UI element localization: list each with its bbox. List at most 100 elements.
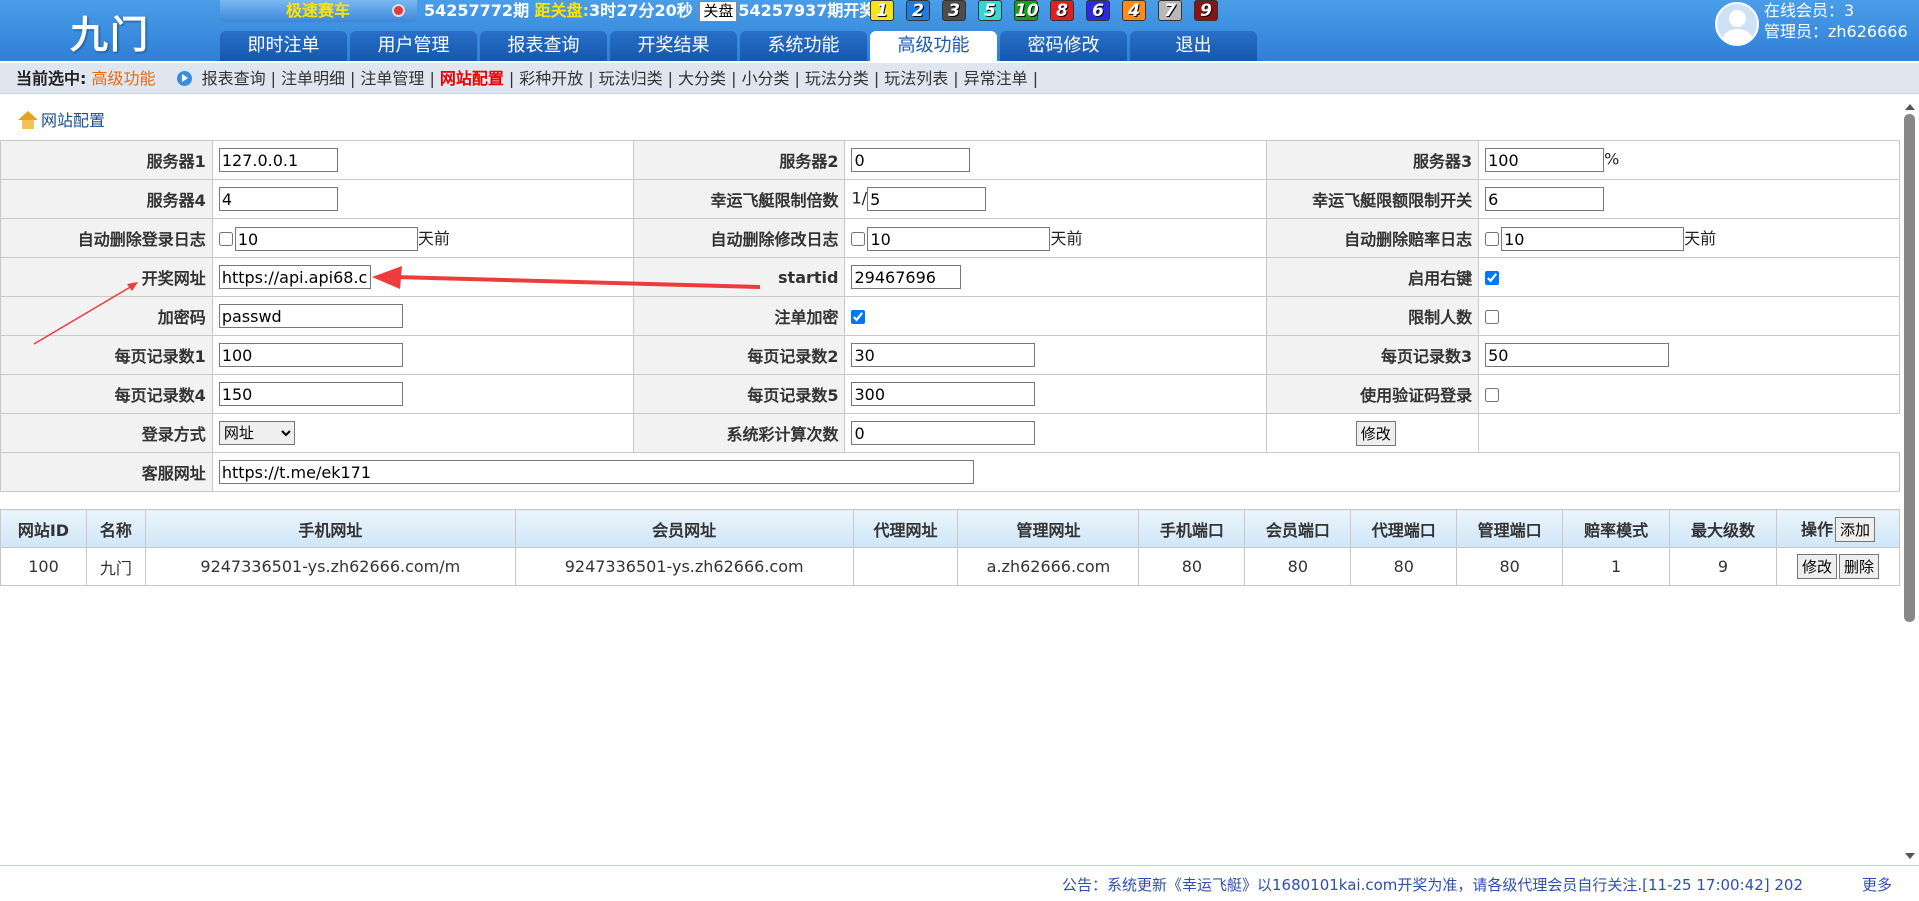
sites-column-header: 代理网址 [852,509,959,548]
bet-encrypt-label: 注单加密 [632,296,846,336]
result-ball: 5 [978,0,1002,21]
edit-site-button[interactable]: 修改 [1796,554,1837,579]
modify-config-button[interactable]: 修改 [1355,420,1396,446]
login-method-select[interactable]: 网址 [218,421,295,445]
server4-label: 服务器4 [0,179,213,219]
limit-users-checkbox[interactable] [1485,310,1500,324]
captcha-login-label: 使用验证码登录 [1266,374,1480,414]
site-cell-odds-mode: 1 [1562,547,1671,586]
per-page3-input[interactable] [1485,343,1670,367]
game-selector[interactable]: 极速赛车 [220,0,417,22]
sites-column-header: 管理网址 [957,509,1140,548]
calc-times-input[interactable] [851,421,1036,445]
auto-del-login-checkbox[interactable] [218,232,233,247]
subnav-link[interactable]: 玩法列表 [884,69,948,88]
more-link[interactable]: 更多 [1862,874,1892,895]
subnav-link[interactable]: 玩法归类 [599,69,663,88]
play-icon [176,71,192,86]
server3-input[interactable] [1485,148,1605,172]
site-cell-admin-port: 80 [1456,547,1564,586]
nav-tab-3[interactable]: 开奖结果 [610,31,737,61]
nav-tab-5[interactable]: 高级功能 [870,31,997,61]
encrypt-code-label: 加密码 [0,296,213,336]
auto-del-modify-input[interactable] [867,227,1051,252]
encrypt-code-input[interactable] [218,304,403,328]
site-cell-mobile: 9247336501-ys.zh62666.com/m [144,547,516,586]
sites-column-header: 赔率模式 [1562,509,1671,548]
site-cell-name: 九门 [85,547,146,586]
per-page4-input[interactable] [218,382,403,406]
nav-tab-4[interactable]: 系统功能 [740,31,867,61]
site-cell-mobile-port: 80 [1138,547,1246,586]
server4-input[interactable] [218,187,338,211]
page-scrollbar[interactable] [1900,100,1919,863]
result-ball: 9 [1194,0,1218,21]
subnav-link[interactable]: 小分类 [741,69,789,88]
sites-column-header: 网站ID [0,509,87,548]
result-ball: 1 [870,0,894,21]
server1-input[interactable] [218,148,338,172]
per-page3-label: 每页记录数3 [1266,335,1480,375]
delete-site-button[interactable]: 删除 [1838,554,1879,579]
nav-tab-1[interactable]: 用户管理 [350,31,477,61]
subnav-link[interactable]: 大分类 [678,69,726,88]
days-ago-suffix: 天前 [417,228,450,248]
close-countdown-label: 距关盘: [534,1,590,20]
auto-del-modify-checkbox[interactable] [851,232,866,247]
site-config-table: 服务器1 服务器2 服务器3 % 服务器4 幸运飞艇限制倍数 1/ 幸运飞艇限额… [0,140,1901,492]
subnav-link[interactable]: 注单管理 [360,69,424,88]
scroll-thumb[interactable] [1904,114,1915,622]
right-click-checkbox[interactable] [1485,271,1500,285]
nav-tab-6[interactable]: 密码修改 [1000,31,1127,61]
per-page1-input[interactable] [218,343,403,367]
captcha-login-checkbox[interactable] [1485,388,1500,402]
sites-header-row: 网站ID 名称 手机网址 会员网址 代理网址 管理网址 手机端口 会员端口 代理端口 管理端口 赔率… [0,509,1901,548]
result-ball: 4 [1122,0,1146,21]
subnav-link[interactable]: 玩法分类 [805,69,869,88]
limit-users-label: 限制人数 [1266,296,1480,336]
percent-suffix: % [1604,149,1620,169]
nav-tab-7[interactable]: 退出 [1130,31,1257,61]
nav-tab-2[interactable]: 报表查询 [480,31,607,61]
sites-column-header: 会员网址 [514,509,854,548]
limit-switch-input[interactable] [1485,187,1605,211]
top-header: 九门 极速赛车 54257772期 距关盘:3时27分20秒 关盘 5425793… [0,0,1919,61]
service-url-input[interactable] [218,460,974,484]
auto-del-odds-checkbox[interactable] [1485,232,1500,247]
draw-url-input[interactable] [218,265,371,289]
server2-input[interactable] [851,148,971,172]
subnav-link[interactable]: 注单明细 [281,69,345,88]
online-members: 在线会员：3 [1764,1,1855,20]
subnav-link[interactable]: 彩种开放 [519,69,583,88]
limit-multiple-input[interactable] [867,187,987,211]
scroll-down-icon[interactable] [1905,853,1915,859]
per-page1-label: 每页记录数1 [0,335,213,375]
result-ball: 10 [1014,0,1039,21]
startid-input[interactable] [851,265,962,289]
add-site-button[interactable]: 添加 [1834,516,1875,542]
table-row: 100 九门 9247336501-ys.zh62666.com/m 92473365… [0,547,1901,586]
per-page5-input[interactable] [851,382,1036,406]
login-method-label: 登录方式 [0,413,213,453]
empty-cell [1479,414,1900,453]
nav-tab-0[interactable]: 即时注单 [220,31,347,61]
user-avatar-icon [1715,2,1759,46]
close-countdown: 3时27分20秒 [589,1,693,20]
site-cell-id: 100 [0,547,87,586]
sites-column-header: 手机网址 [144,509,516,548]
subnav-separator: | [270,69,277,88]
subnav-separator: | [588,69,594,88]
scroll-up-icon[interactable] [1905,104,1915,110]
result-period: 54257937期开奖: [738,1,882,20]
auto-del-login-input[interactable] [234,227,418,252]
subnav-link[interactable]: 报表查询 [202,69,266,88]
per-page2-input[interactable] [851,343,1036,367]
site-actions: 修改 删除 [1775,547,1901,586]
subnav-link[interactable]: 网站配置 [440,69,504,88]
record-icon [392,4,405,17]
close-market-button[interactable]: 关盘 [699,1,738,22]
auto-del-odds-input[interactable] [1501,227,1685,252]
subnav-separator: | [873,69,880,88]
subnav-link[interactable]: 异常注单 [964,69,1028,88]
bet-encrypt-checkbox[interactable] [851,310,866,324]
